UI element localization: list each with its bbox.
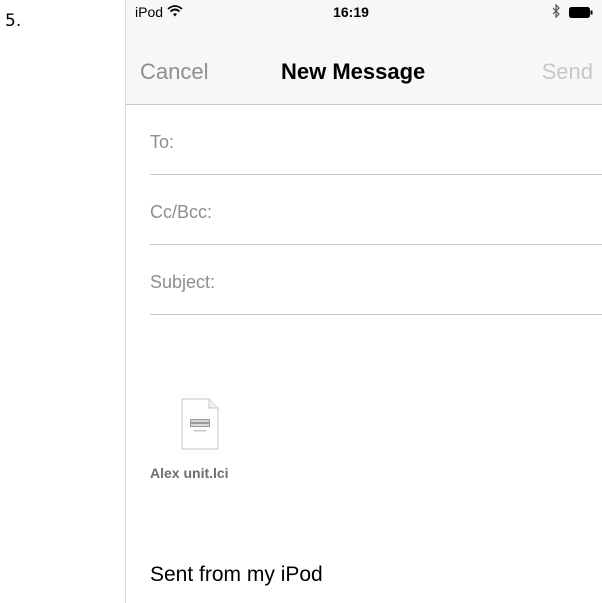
ccbcc-label: Cc/Bcc:	[150, 202, 213, 222]
subject-label: Subject:	[150, 272, 216, 292]
attachment[interactable]: Alex unit.lci	[150, 398, 270, 488]
status-bar: iPod 16:19	[126, 0, 602, 22]
to-field[interactable]: To:	[150, 104, 602, 175]
nav-title: New Message	[281, 59, 426, 84]
email-signature[interactable]: Sent from my iPod	[150, 563, 323, 587]
battery-icon	[569, 5, 593, 23]
cancel-button[interactable]: Cancel	[140, 59, 208, 85]
to-label: To:	[150, 132, 175, 152]
phone-screen: iPod 16:19 Cancel New Message Send To: C…	[125, 0, 602, 603]
nav-bar: Cancel New Message Send	[126, 22, 602, 105]
ccbcc-field[interactable]: Cc/Bcc:	[150, 174, 602, 245]
subject-field[interactable]: Subject:	[150, 244, 602, 315]
status-time: 16:19	[333, 4, 369, 20]
bluetooth-icon	[552, 3, 561, 23]
step-number: 5.	[5, 11, 22, 31]
status-right-icons	[552, 3, 593, 23]
send-button[interactable]: Send	[542, 59, 593, 85]
attachment-filename: Alex unit.lci	[150, 465, 229, 481]
document-icon	[180, 398, 220, 450]
